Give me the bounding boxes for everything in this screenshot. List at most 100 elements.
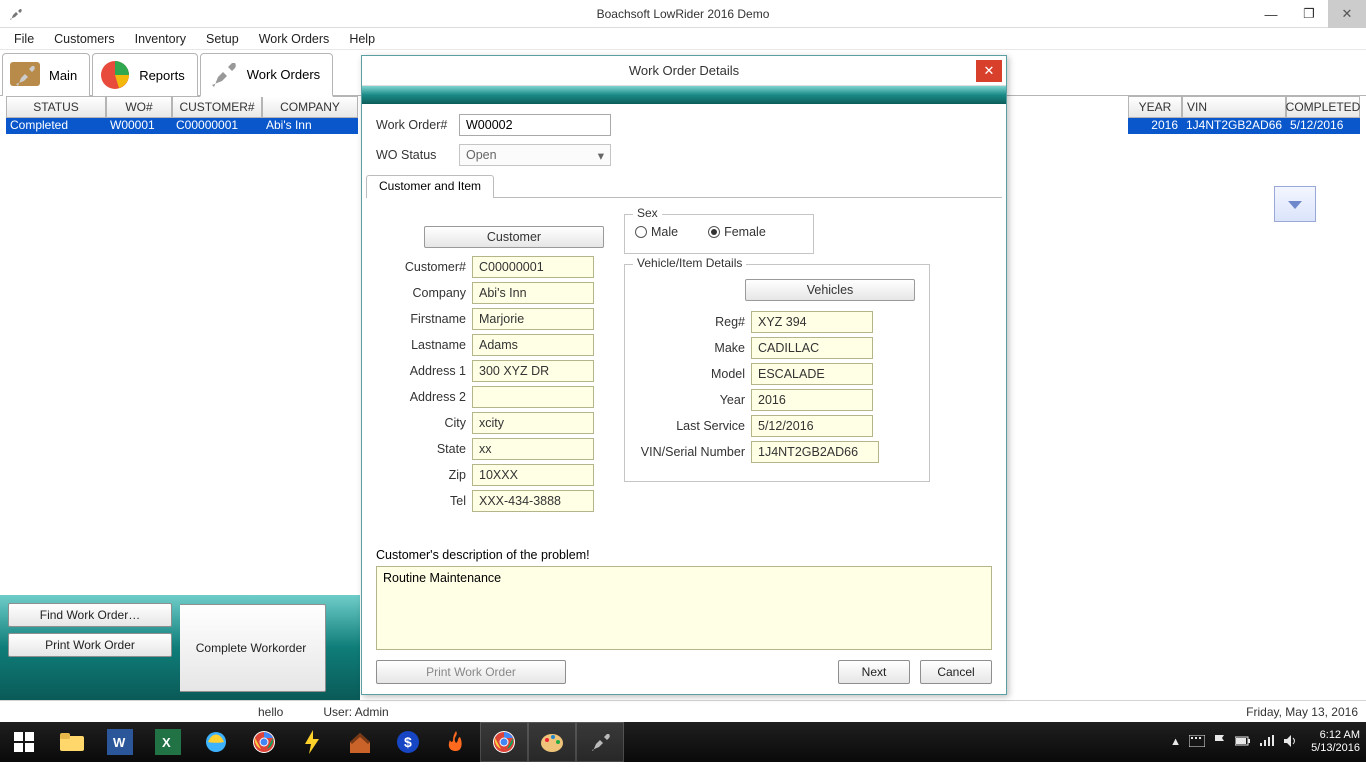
problem-description-textarea[interactable]: Routine Maintenance [376,566,992,650]
lastname-field[interactable]: Adams [472,334,594,356]
next-button[interactable]: Next [838,660,910,684]
wrench-icon [7,57,43,93]
city-field[interactable]: xcity [472,412,594,434]
state-field[interactable]: xx [472,438,594,460]
col-year[interactable]: YEAR [1128,96,1182,118]
vin-field[interactable]: 1J4NT2GB2AD66 [751,441,879,463]
lastservice-field[interactable]: 5/12/2016 [751,415,873,437]
wo-status-dropdown[interactable]: Open ▾ [459,144,611,166]
tray-volume-icon[interactable] [1283,734,1297,751]
col-completed[interactable]: COMPLETED [1286,96,1360,118]
col-customer[interactable]: CUSTOMER# [172,96,262,118]
cancel-button[interactable]: Cancel [920,660,992,684]
tab-reports-label: Reports [139,68,185,83]
make-field[interactable]: CADILLAC [751,337,873,359]
firstname-field[interactable]: Marjorie [472,308,594,330]
wo-number-input[interactable] [459,114,611,136]
tab-reports[interactable]: Reports [92,53,198,97]
close-button[interactable]: ✕ [1328,0,1366,28]
year-field[interactable]: 2016 [751,389,873,411]
lastservice-label: Last Service [637,419,745,433]
pie-chart-icon [97,57,133,93]
chrome-active-icon[interactable] [480,722,528,762]
reg-field[interactable]: XYZ 394 [751,311,873,333]
chrome-icon[interactable] [240,722,288,762]
table-row[interactable]: Completed W00001 C00000001 Abi's Inn [6,118,358,134]
customerno-field[interactable]: C00000001 [472,256,594,278]
year-label: Year [637,393,745,407]
status-user: User: Admin [323,705,388,719]
vehicles-lookup-button[interactable]: Vehicles [745,279,915,301]
system-tray: ▲ 6:12 AM 5/13/2016 [1170,722,1360,762]
vehicle-legend: Vehicle/Item Details [633,256,746,270]
tray-flag-icon[interactable] [1213,734,1227,751]
menu-setup[interactable]: Setup [196,30,249,48]
menu-help[interactable]: Help [339,30,385,48]
window-title: Boachsoft LowRider 2016 Demo [597,7,770,21]
cell-wo: W00001 [106,118,172,134]
tab-customer-item[interactable]: Customer and Item [366,175,494,198]
complete-workorder-button[interactable]: Complete Workorder [176,604,326,692]
svg-text:$: $ [404,734,412,750]
model-label: Model [637,367,745,381]
menu-file[interactable]: File [4,30,44,48]
menu-workorders[interactable]: Work Orders [249,30,340,48]
expand-down-button[interactable] [1274,186,1316,222]
address1-field[interactable]: 300 XYZ DR [472,360,594,382]
start-button[interactable] [0,722,48,762]
tab-workorders[interactable]: Work Orders [200,53,333,97]
sex-male-radio[interactable]: Male [635,225,678,239]
zip-field[interactable]: 10XXX [472,464,594,486]
house-icon[interactable] [336,722,384,762]
tray-clock[interactable]: 6:12 AM 5/13/2016 [1311,729,1360,755]
tray-wifi-icon[interactable] [1259,735,1275,750]
col-status[interactable]: STATUS [6,96,106,118]
tray-up-icon[interactable]: ▲ [1170,736,1181,748]
print-workorder-dialog-button[interactable]: Print Work Order [376,660,566,684]
tray-battery-icon[interactable] [1235,736,1251,749]
excel-icon[interactable]: X [144,722,192,762]
status-hello: hello [258,705,283,719]
maximize-button[interactable]: ❐ [1290,0,1328,28]
workorder-grid[interactable]: STATUS WO# CUSTOMER# COMPANY Completed W… [6,96,358,134]
explorer-icon[interactable] [48,722,96,762]
menu-customers[interactable]: Customers [44,30,124,48]
svg-text:X: X [162,735,171,750]
word-icon[interactable]: W [96,722,144,762]
cell-company: Abi's Inn [262,118,358,134]
address2-field[interactable] [472,386,594,408]
ie-icon[interactable] [192,722,240,762]
dialog-tabstrip: Customer and Item [366,174,1002,198]
dollar-icon[interactable]: $ [384,722,432,762]
print-workorder-button[interactable]: Print Work Order [8,633,172,657]
sex-legend: Sex [633,206,662,220]
flame-icon[interactable] [432,722,480,762]
menu-bar: File Customers Inventory Setup Work Orde… [0,28,1366,50]
minimize-button[interactable]: — [1252,0,1290,28]
lowrider-app-icon[interactable] [576,722,624,762]
address2-label: Address 2 [390,390,466,404]
find-workorder-button[interactable]: Find Work Order… [8,603,172,627]
tray-keyboard-icon[interactable] [1189,735,1205,750]
window-titlebar: Boachsoft LowRider 2016 Demo — ❐ ✕ [0,0,1366,28]
status-bar: hello User: Admin Friday, May 13, 2016 [0,700,1366,722]
dialog-close-button[interactable]: ✕ [976,60,1002,82]
make-label: Make [637,341,745,355]
tab-main[interactable]: Main [2,53,90,97]
menu-inventory[interactable]: Inventory [125,30,196,48]
paint-icon[interactable] [528,722,576,762]
table-row[interactable]: 2016 1J4NT2GB2AD66 5/12/2016 [1128,118,1360,134]
model-field[interactable]: ESCALADE [751,363,873,385]
sex-female-radio[interactable]: Female [708,225,766,239]
zip-label: Zip [390,468,466,482]
bolt-icon[interactable] [288,722,336,762]
tel-field[interactable]: XXX-434-3888 [472,490,594,512]
customer-lookup-button[interactable]: Customer [424,226,604,248]
col-wo[interactable]: WO# [106,96,172,118]
vehicle-grid[interactable]: YEAR VIN COMPLETED 2016 1J4NT2GB2AD66 5/… [1128,96,1360,134]
col-company[interactable]: COMPANY [262,96,358,118]
problem-description-label: Customer's description of the problem! [376,548,1006,562]
cell-completed: 5/12/2016 [1286,118,1360,134]
company-field[interactable]: Abi's Inn [472,282,594,304]
col-vin[interactable]: VIN [1182,96,1286,118]
